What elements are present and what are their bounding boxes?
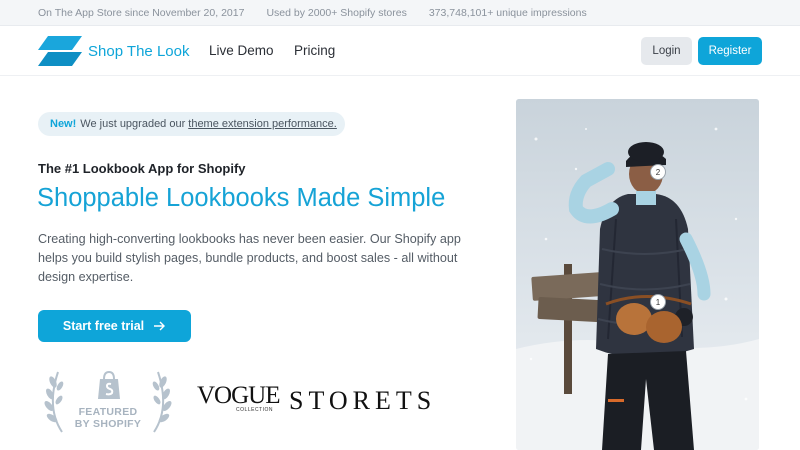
app-store-since-text: On The App Store since November 20, 2017 bbox=[38, 6, 245, 19]
hero-headline: Shoppable Lookbooks Made Simple bbox=[37, 184, 446, 212]
hero-subtitle: The #1 Lookbook App for Shopify bbox=[38, 161, 246, 176]
product-hotspot-1[interactable]: 1 bbox=[650, 294, 666, 310]
hero-description: Creating high-converting lookbooks has n… bbox=[38, 232, 461, 284]
new-badge: New! bbox=[50, 118, 77, 130]
brand-logo-link[interactable]: Shop The Look bbox=[38, 35, 189, 67]
storets-logo: STORETS bbox=[289, 386, 437, 415]
vogue-wordmark: VOGUE bbox=[197, 382, 281, 409]
start-free-trial-button[interactable]: Start free trial bbox=[38, 310, 191, 342]
login-button[interactable]: Login bbox=[641, 37, 692, 65]
featured-by-shopify-badge: FEATURED BY SHOPIFY bbox=[42, 368, 174, 436]
main-navigation: Shop The Look Live Demo Pricing Login Re… bbox=[0, 26, 800, 76]
featured-line-1: FEATURED bbox=[78, 406, 138, 418]
brand-logo-icon bbox=[38, 36, 82, 66]
nav-link-pricing[interactable]: Pricing bbox=[294, 43, 335, 58]
announcement-pill: New! We just upgraded our theme extensio… bbox=[38, 112, 345, 136]
register-button[interactable]: Register bbox=[698, 37, 762, 65]
announcement-text: We just upgraded our bbox=[80, 118, 186, 130]
product-hotspot-2[interactable]: 2 bbox=[650, 164, 666, 180]
arrow-right-icon bbox=[154, 321, 166, 331]
shopify-bag-icon bbox=[98, 370, 120, 399]
brand-name: Shop The Look bbox=[88, 42, 190, 60]
top-info-bar: On The App Store since November 20, 2017… bbox=[0, 0, 800, 26]
hero-lookbook-image: 2 1 bbox=[516, 99, 759, 450]
featured-text: FEATURED BY SHOPIFY bbox=[64, 406, 152, 430]
lookbook-photo bbox=[516, 99, 759, 450]
impressions-text: 373,748,101+ unique impressions bbox=[428, 6, 587, 19]
nav-link-live-demo[interactable]: Live Demo bbox=[209, 43, 274, 58]
cta-label: Start free trial bbox=[62, 319, 145, 333]
featured-line-2: BY SHOPIFY bbox=[74, 418, 142, 430]
used-by-text: Used by 2000+ Shopify stores bbox=[266, 6, 407, 19]
announcement-link[interactable]: theme extension performance. bbox=[188, 118, 337, 130]
vogue-collection-logo: VOGUE COLLECTION bbox=[197, 382, 281, 413]
